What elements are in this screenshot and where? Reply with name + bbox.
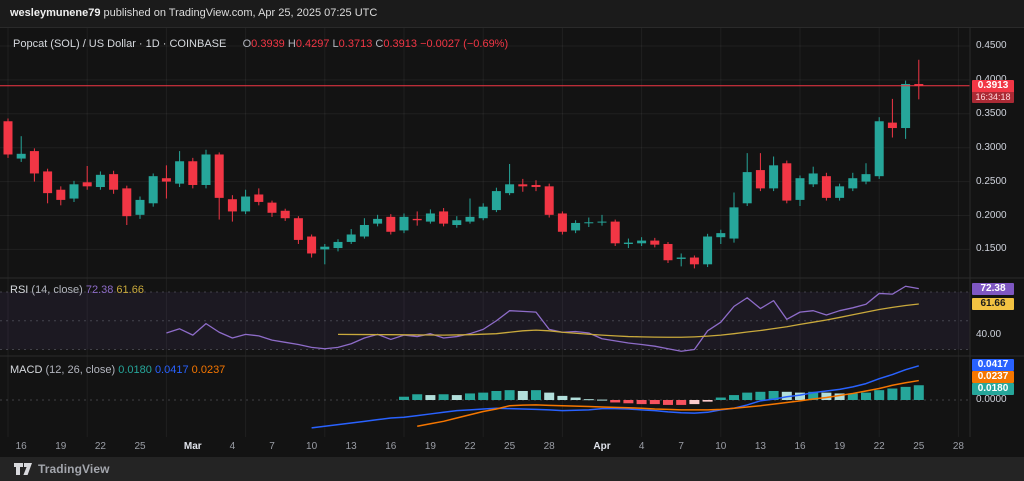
time-tick-label: 25 [913,441,924,453]
time-tick-label: 4 [230,441,236,453]
time-axis[interactable]: 16 19 22 25 Mar 4 7 10 13 16 19 22 25 28 Apr 4 7 10 13 16 19… [0,437,1024,457]
time-tick-label: 16 [16,441,27,453]
macd-legend[interactable]: MACD (12, 26, close) 0.0180 0.0417 0.023… [10,364,225,376]
attribution-text: published on TradingView.com, Apr 25, 20… [101,7,378,19]
chart-panel[interactable]: Popcat (SOL) / US Dollar · 1D · COINBASE… [0,27,1024,457]
time-tick-label: 28 [544,441,555,453]
close-value: 0.3913 [383,38,417,50]
tradingview-snapshot: wesleymunene79 published on TradingView.… [0,0,1024,481]
time-tick-label: 4 [639,441,645,453]
time-tick-label: 10 [715,441,726,453]
price-tick-label: 0.2500 [976,176,1020,188]
chart-canvas[interactable] [0,28,1024,458]
time-tick-label: 19 [425,441,436,453]
hist-label: 0.0180 [972,383,1014,395]
rsi-params: (14, close) [31,284,82,296]
symbol-legend[interactable]: Popcat (SOL) / US Dollar · 1D · COINBASE… [13,38,508,50]
tradingview-logo-icon [14,462,32,476]
price-tick-label: 0.2000 [976,210,1020,222]
time-tick-label: Mar [184,441,202,453]
low-value: 0.3713 [339,38,373,50]
tradingview-logo[interactable]: TradingView [14,462,110,476]
time-tick-label: 22 [464,441,475,453]
price-tick-label: 0.1500 [976,243,1020,255]
high-value: 0.4297 [296,38,330,50]
time-tick-label: 16 [794,441,805,453]
time-tick-label: 10 [306,441,317,453]
time-tick-label: 28 [953,441,964,453]
macd-params: (12, 26, close) [45,364,115,376]
change-value: −0.0027 (−0.69%) [420,38,508,50]
price-tick-label: 0.3000 [976,142,1020,154]
price-tick-label: 0.4500 [976,40,1020,52]
time-tick-label: 25 [134,441,145,453]
footer-bar: TradingView [0,457,1024,481]
time-tick-label: 25 [504,441,515,453]
time-tick-label: 7 [678,441,684,453]
symbol-title: Popcat (SOL) / US Dollar · 1D · COINBASE [13,38,226,50]
high-label: H [288,38,296,50]
macd-line-value: 0.0417 [155,364,189,376]
rsi-value-label: 72.38 [972,283,1014,295]
time-tick-label: 13 [755,441,766,453]
rsi-level-label: 40.00 [976,329,1020,341]
macd-signal-value: 0.0237 [192,364,226,376]
time-tick-label: 22 [95,441,106,453]
rsi-legend[interactable]: RSI (14, close) 72.38 61.66 [10,284,144,296]
time-tick-label: 16 [385,441,396,453]
macd-hist-value: 0.0180 [118,364,152,376]
time-tick-label: 22 [874,441,885,453]
last-price-label: 0.3913 16:34:18 [972,80,1014,103]
price-tick-label: 0.3500 [976,108,1020,120]
rsi-ma-label: 61.66 [972,298,1014,310]
time-tick-label: Apr [593,441,610,453]
tradingview-brand: TradingView [38,462,110,476]
attribution-bar: wesleymunene79 published on TradingView.… [0,0,1024,27]
rsi-title: RSI [10,284,28,296]
macd-line-label: 0.0417 [972,359,1014,371]
time-tick-label: 13 [346,441,357,453]
time-tick-label: 7 [269,441,275,453]
rsi-value: 72.38 [86,284,114,296]
macd-title: MACD [10,364,42,376]
open-value: 0.3939 [251,38,285,50]
countdown-timer: 16:34:18 [972,92,1014,103]
time-tick-label: 19 [834,441,845,453]
signal-line-label: 0.0237 [972,371,1014,383]
last-price-value: 0.3913 [972,80,1014,92]
open-label: O [243,38,252,50]
rsi-ma-value: 61.66 [116,284,144,296]
time-tick-label: 19 [55,441,66,453]
zero-level-label: 0.0000 [976,394,1020,406]
attribution-username: wesleymunene79 [10,7,101,19]
